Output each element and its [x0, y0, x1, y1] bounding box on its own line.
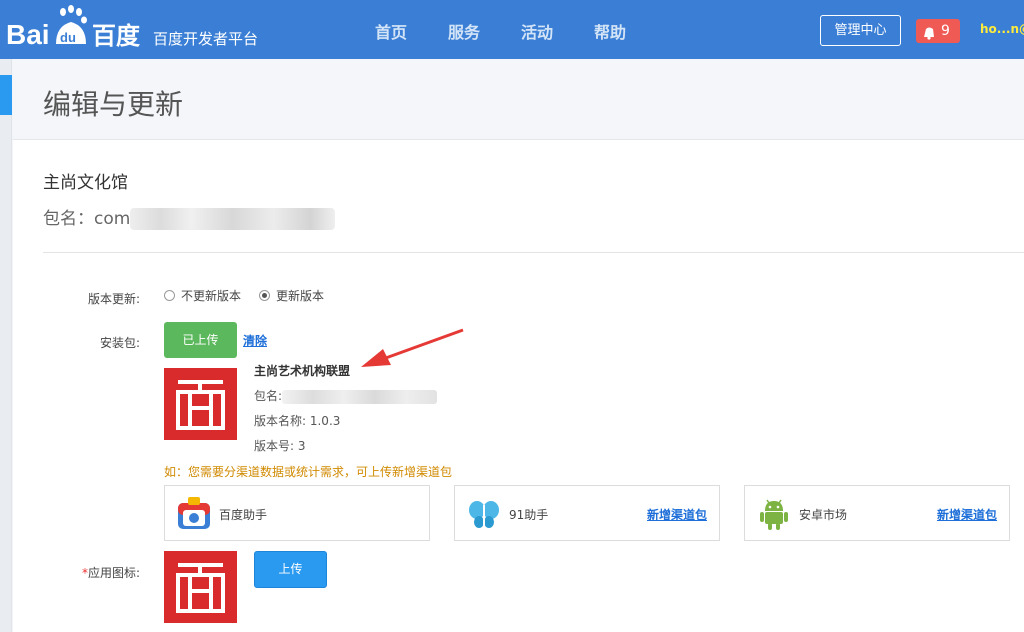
nav-home[interactable]: 首页	[375, 19, 407, 43]
sidebar-active-indicator[interactable]	[0, 75, 12, 115]
page-title: 编辑与更新	[43, 88, 184, 121]
package-version-name: 版本名称: 1.0.3	[254, 414, 341, 428]
market-name: 安卓市场	[799, 508, 848, 522]
install-package-label: 安装包:	[99, 336, 140, 350]
radio-update[interactable]: 更新版本	[259, 287, 324, 304]
clear-link[interactable]: 清除	[243, 332, 267, 349]
package-name-label: 包名：com	[43, 209, 131, 229]
blurred-package-info-name	[282, 389, 438, 404]
app-icon-label-text: 应用图标:	[87, 566, 140, 580]
message-badge[interactable]: 9	[916, 19, 960, 43]
package-info-name: 包名:	[254, 387, 438, 404]
svg-text:Bai: Bai	[6, 19, 50, 50]
package-app-icon	[164, 368, 237, 440]
baidu-helper-icon	[177, 497, 211, 531]
baidu-logo[interactable]: Bai du 百度	[6, 4, 146, 52]
package-info-title: 主尚艺术机构联盟	[254, 364, 351, 378]
add-channel-package-link[interactable]: 新增渠道包	[937, 506, 997, 523]
top-navigation-bar: Bai du 百度 百度开发者平台 首页 服务 活动 帮助 管理中心 9 ho.…	[0, 0, 1024, 59]
version-update-label: 版本更新:	[87, 292, 140, 306]
nav-help[interactable]: 帮助	[594, 19, 626, 43]
platform-name: 百度开发者平台	[153, 30, 259, 48]
radio-update-label: 更新版本	[276, 289, 325, 303]
package-name: 包名：com	[43, 204, 336, 230]
app-name: 主尚文化馆	[43, 173, 128, 193]
nav-services[interactable]: 服务	[448, 19, 480, 43]
left-sidebar	[0, 59, 12, 632]
radio-no-update-label: 不更新版本	[181, 289, 242, 303]
radio-no-update-circle	[164, 290, 175, 301]
channel-package-hint: 如：您需要分渠道数据或统计需求，可上传新增渠道包	[164, 465, 453, 479]
package-info-name-label: 包名:	[254, 389, 283, 403]
radio-update-circle	[259, 290, 270, 301]
blurred-package-name	[130, 208, 336, 230]
market-card-baidu: 百度助手	[164, 485, 430, 541]
radio-no-update[interactable]: 不更新版本	[164, 287, 241, 304]
upload-icon-button[interactable]: 上传	[254, 551, 327, 588]
user-name[interactable]: ho...n@	[980, 22, 1024, 36]
app-icon-label: *应用图标:	[50, 564, 140, 581]
svg-text:百度: 百度	[92, 22, 141, 50]
android-icon	[757, 497, 791, 531]
management-center-button[interactable]: 管理中心	[820, 15, 901, 46]
uploaded-button[interactable]: 已上传	[164, 322, 237, 358]
message-count: 9	[941, 23, 950, 39]
butterfly-icon	[467, 497, 501, 531]
market-card-android: 安卓市场 新增渠道包	[744, 485, 1010, 541]
main-content: 主尚文化馆 包名：com 版本更新: 不更新版本 更新版本 安装包: 已上传 清…	[13, 140, 1024, 632]
red-annotation-arrow	[361, 328, 464, 367]
divider	[43, 252, 1024, 253]
market-card-91: 91助手 新增渠道包	[454, 485, 720, 541]
page-header: 编辑与更新	[13, 59, 1024, 140]
app-icon-preview	[164, 551, 237, 623]
add-channel-package-link[interactable]: 新增渠道包	[647, 506, 707, 523]
nav-activities[interactable]: 活动	[521, 19, 553, 43]
notification-icon	[922, 24, 936, 40]
market-name: 91助手	[509, 508, 549, 522]
market-name: 百度助手	[219, 508, 268, 522]
package-version-code: 版本号: 3	[254, 439, 306, 453]
svg-text:du: du	[60, 30, 76, 45]
